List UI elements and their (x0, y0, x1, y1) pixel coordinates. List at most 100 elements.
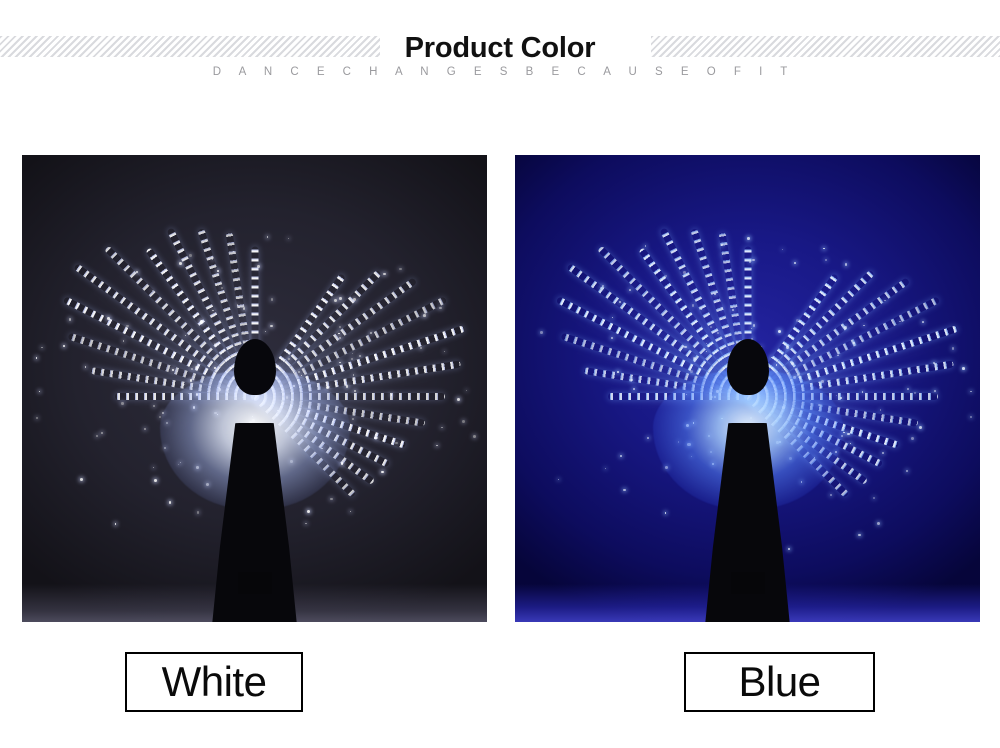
led-point (69, 318, 72, 321)
led-point (880, 409, 882, 411)
led-point (710, 326, 712, 328)
led-point (383, 273, 386, 276)
led-point (732, 309, 734, 311)
product-image-white[interactable] (22, 155, 487, 622)
led-point (633, 388, 635, 390)
led-point (840, 397, 842, 399)
led-point (623, 489, 625, 491)
led-point (808, 377, 810, 379)
page-subtitle: D A N C E C H A N G E S B E C A U S E O … (0, 66, 1000, 78)
led-point (441, 427, 442, 428)
led-point (346, 385, 348, 387)
led-point (836, 395, 837, 396)
product-card-white[interactable] (22, 155, 487, 622)
led-point (115, 523, 117, 525)
led-point (786, 346, 789, 349)
led-point (794, 262, 795, 263)
led-point (665, 512, 666, 513)
led-point (36, 417, 37, 418)
led-point (330, 498, 332, 500)
led-point (791, 362, 794, 365)
led-point (934, 390, 936, 392)
led-point (101, 432, 103, 434)
led-point (862, 391, 864, 393)
led-point (351, 358, 352, 359)
product-card-blue[interactable] (515, 155, 980, 622)
led-point (243, 307, 246, 310)
led-point (375, 437, 378, 440)
led-point (233, 251, 234, 252)
led-point (778, 330, 781, 333)
led-point (788, 548, 790, 550)
led-point (298, 371, 300, 373)
led-point (190, 379, 192, 381)
led-point (847, 433, 850, 436)
led-point (257, 265, 260, 268)
led-point (144, 428, 146, 430)
led-point (645, 245, 646, 246)
led-point (436, 445, 437, 446)
led-point (466, 390, 467, 391)
led-point (423, 314, 426, 317)
led-point (877, 522, 880, 525)
led-point (952, 347, 954, 349)
led-point (611, 337, 613, 339)
led-point (352, 418, 354, 420)
led-point (288, 358, 290, 360)
led-point (825, 259, 827, 261)
led-point (305, 523, 306, 524)
led-point (391, 394, 392, 395)
hatch-decoration-left (0, 36, 390, 57)
led-point (444, 351, 445, 352)
led-point (823, 248, 825, 250)
led-point (706, 351, 707, 352)
led-point (558, 479, 559, 480)
led-point (354, 390, 355, 391)
led-point (350, 511, 351, 512)
led-point (631, 379, 633, 381)
led-point (195, 366, 198, 369)
led-point (714, 293, 716, 295)
led-point (85, 366, 87, 368)
led-point (277, 365, 279, 367)
led-point (185, 335, 186, 336)
led-point (747, 237, 750, 240)
led-point (462, 420, 465, 423)
hatch-decoration-right (651, 36, 1000, 57)
led-point (899, 321, 900, 322)
led-point (752, 259, 755, 262)
led-point (684, 346, 686, 348)
led-point (620, 455, 622, 457)
color-label-white[interactable]: White (125, 652, 303, 712)
led-point (706, 343, 707, 344)
led-point (753, 324, 756, 327)
led-point (612, 317, 614, 319)
dancer-legs-white (238, 572, 272, 594)
led-point (217, 270, 219, 272)
led-point (189, 254, 192, 257)
led-point (882, 452, 884, 454)
led-point (970, 391, 971, 392)
led-point (457, 398, 460, 401)
led-point (339, 297, 342, 300)
led-point (821, 380, 824, 383)
led-point (717, 332, 719, 334)
led-point (136, 271, 138, 273)
color-label-blue[interactable]: Blue (684, 652, 875, 712)
led-point (107, 317, 110, 320)
led-point (922, 321, 924, 323)
led-point (911, 437, 914, 440)
led-point (197, 511, 200, 514)
led-point (370, 332, 372, 334)
led-point (288, 238, 289, 239)
led-point (721, 244, 723, 246)
product-image-blue[interactable] (515, 155, 980, 622)
led-point (796, 319, 799, 322)
led-point (200, 320, 203, 323)
led-point (605, 468, 606, 469)
led-point (153, 467, 154, 468)
led-point (307, 510, 310, 513)
led-point (782, 249, 783, 250)
led-point (683, 271, 686, 274)
product-gallery (0, 155, 1000, 625)
